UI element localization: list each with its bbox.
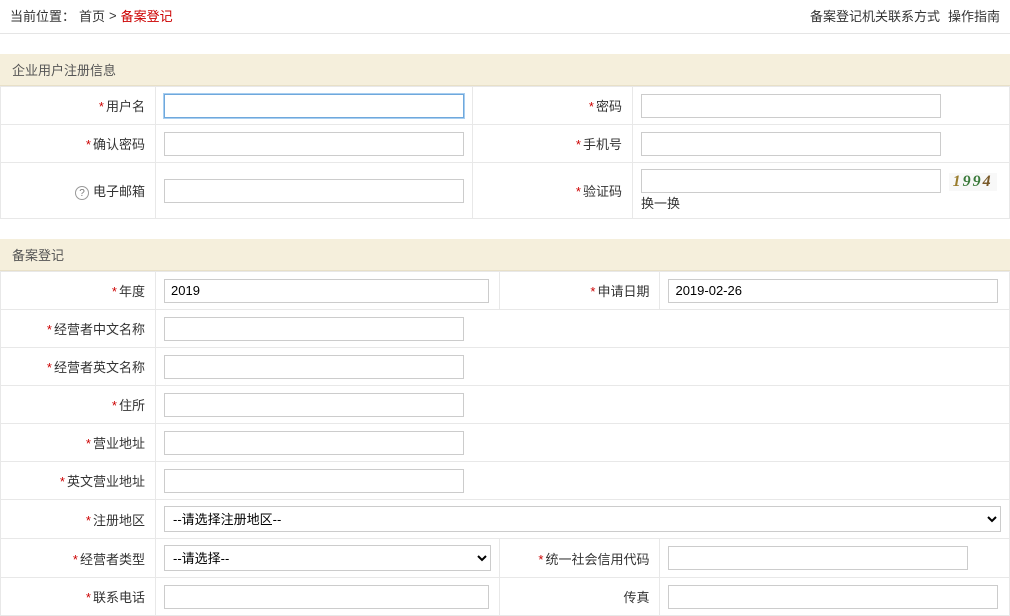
operator-type-label: 经营者类型 bbox=[80, 552, 145, 567]
filing-form: *年度 *申请日期 *经营者中文名称 *经营者英文名称 *住所 *营业地址 *英… bbox=[0, 271, 1010, 616]
reg-area-select[interactable]: --请选择注册地区-- bbox=[164, 506, 1001, 532]
captcha-image: 1994 bbox=[949, 173, 997, 191]
guide-link[interactable]: 操作指南 bbox=[948, 6, 1000, 25]
captcha-label: 验证码 bbox=[583, 184, 622, 199]
breadcrumb-location-label: 当前位置： bbox=[10, 6, 75, 25]
confirm-password-input[interactable] bbox=[164, 132, 464, 156]
fax-label: 传真 bbox=[623, 590, 649, 605]
operator-en-label: 经营者英文名称 bbox=[54, 360, 145, 375]
contact-link[interactable]: 备案登记机关联系方式 bbox=[810, 6, 940, 25]
biz-address-en-input[interactable] bbox=[164, 469, 464, 493]
breadcrumb-home-link[interactable]: 首页 bbox=[79, 6, 105, 25]
biz-address-label: 营业地址 bbox=[93, 436, 145, 451]
section-header-user-reg: 企业用户注册信息 bbox=[0, 54, 1010, 86]
captcha-refresh-link[interactable]: 换一换 bbox=[641, 196, 680, 211]
address-label: 住所 bbox=[119, 398, 145, 413]
section-header-filing: 备案登记 bbox=[0, 239, 1010, 271]
usci-label: 统一社会信用代码 bbox=[545, 552, 649, 567]
biz-address-input[interactable] bbox=[164, 431, 464, 455]
captcha-input[interactable] bbox=[641, 169, 941, 193]
phone-input[interactable] bbox=[641, 132, 941, 156]
username-label: 用户名 bbox=[106, 99, 145, 114]
help-icon[interactable]: ? bbox=[75, 186, 89, 200]
address-input[interactable] bbox=[164, 393, 464, 417]
confirm-password-label: 确认密码 bbox=[93, 137, 145, 152]
password-input[interactable] bbox=[641, 94, 941, 118]
contact-phone-input[interactable] bbox=[164, 585, 489, 609]
operator-en-input[interactable] bbox=[164, 355, 464, 379]
user-reg-form: *用户名 *密码 *确认密码 *手机号 ?电子邮箱 *验证码 1994 换一换 bbox=[0, 86, 1010, 219]
phone-label: 手机号 bbox=[583, 137, 622, 152]
contact-phone-label: 联系电话 bbox=[93, 590, 145, 605]
breadcrumb-separator: > bbox=[109, 8, 117, 23]
email-input[interactable] bbox=[164, 179, 464, 203]
reg-area-label: 注册地区 bbox=[93, 513, 145, 528]
operator-type-select[interactable]: --请选择-- bbox=[164, 545, 491, 571]
apply-date-input[interactable] bbox=[668, 279, 998, 303]
breadcrumb: 当前位置： 首页 > 备案登记 bbox=[10, 6, 173, 25]
fax-input[interactable] bbox=[668, 585, 998, 609]
year-label: 年度 bbox=[119, 284, 145, 299]
usci-input[interactable] bbox=[668, 546, 968, 570]
email-label: 电子邮箱 bbox=[93, 184, 145, 199]
breadcrumb-current: 备案登记 bbox=[121, 6, 173, 25]
operator-cn-label: 经营者中文名称 bbox=[54, 322, 145, 337]
biz-address-en-label: 英文营业地址 bbox=[67, 474, 145, 489]
password-label: 密码 bbox=[596, 99, 622, 114]
year-input[interactable] bbox=[164, 279, 489, 303]
operator-cn-input[interactable] bbox=[164, 317, 464, 341]
top-right-links: 备案登记机关联系方式 操作指南 bbox=[810, 6, 1000, 25]
apply-date-label: 申请日期 bbox=[597, 284, 649, 299]
breadcrumb-bar: 当前位置： 首页 > 备案登记 备案登记机关联系方式 操作指南 bbox=[0, 0, 1010, 34]
username-input[interactable] bbox=[164, 94, 464, 118]
